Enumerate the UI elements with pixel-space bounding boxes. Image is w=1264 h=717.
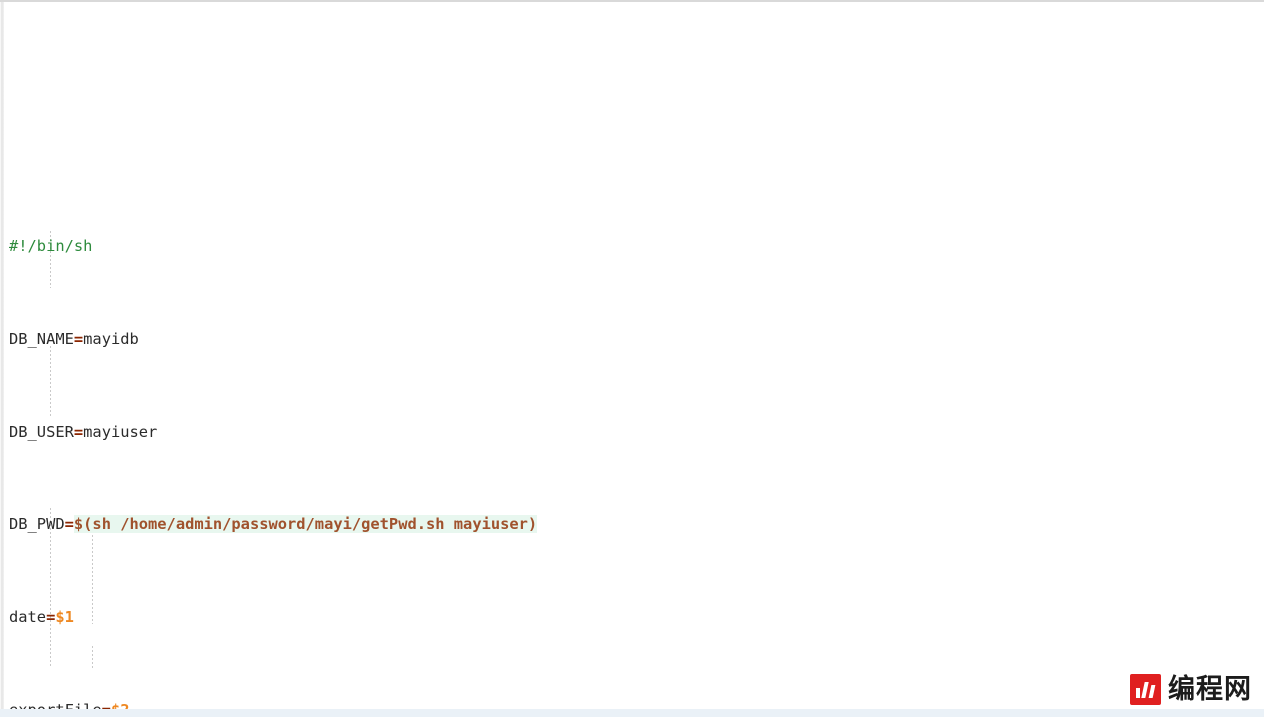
- indent-guide: [92, 646, 93, 668]
- watermark-text: 编程网: [1168, 674, 1252, 705]
- watermark: 编程网: [1130, 674, 1252, 705]
- bianchengwang-logo-icon: [1130, 674, 1161, 705]
- assign-operator: =: [46, 608, 56, 627]
- shebang: #!/bin/sh: [9, 237, 93, 256]
- code-block[interactable]: #!/bin/sh DB_NAME=mayidb DB_USER=mayiuse…: [0, 0, 1264, 717]
- code-line-1: #!/bin/sh: [9, 235, 1264, 258]
- assign-operator: =: [73, 329, 84, 348]
- assign-operator: =: [64, 515, 74, 534]
- assign-operator: =: [73, 422, 84, 441]
- var-name-db-name: DB_NAME: [9, 329, 74, 348]
- var-name-date: date: [9, 608, 47, 627]
- var-value-db-pwd-subshell: $(sh /home/admin/password/mayi/getPwd.sh…: [73, 515, 538, 534]
- bottom-band: [0, 709, 1264, 717]
- var-name-db-user: DB_USER: [9, 422, 74, 441]
- code-line-4: DB_PWD=$(sh /home/admin/password/mayi/ge…: [9, 513, 1264, 536]
- code-line-2: DB_NAME=mayidb: [9, 328, 1264, 351]
- code-line-3: DB_USER=mayiuser: [9, 421, 1264, 444]
- code-screenshot-page: #!/bin/sh DB_NAME=mayidb DB_USER=mayiuse…: [0, 0, 1264, 717]
- var-value-db-name: mayidb: [83, 329, 139, 348]
- var-name-db-pwd: DB_PWD: [9, 515, 65, 534]
- indent-guide: [50, 346, 51, 416]
- code-line-5: date=$1: [9, 606, 1264, 629]
- var-value-date: $1: [55, 608, 74, 627]
- var-value-db-user: mayiuser: [83, 422, 158, 441]
